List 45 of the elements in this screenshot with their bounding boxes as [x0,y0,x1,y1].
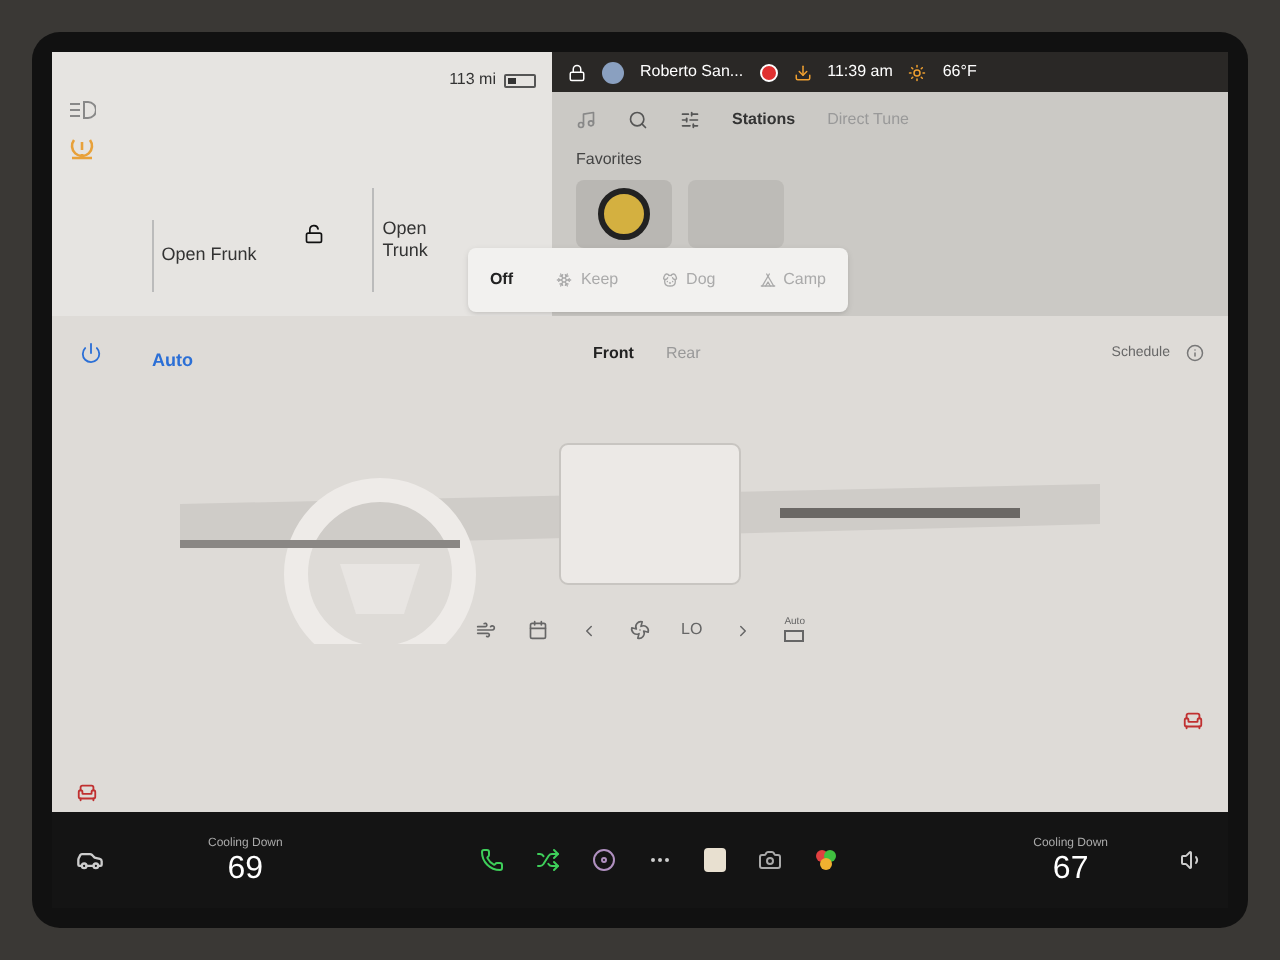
auto-label[interactable]: Auto [152,348,193,375]
shuffle-icon[interactable] [535,848,559,872]
battery-icon [504,73,536,87]
range-text: 113 mi [449,68,496,92]
tent-icon [759,272,776,288]
media-tab[interactable]: Stations [732,108,796,132]
seat-heater-icon[interactable] [76,782,98,804]
camera-icon[interactable] [757,848,781,872]
download-icon[interactable] [793,63,812,81]
phone-icon[interactable] [479,848,503,872]
open-trunk-button[interactable]: Open Trunk [372,188,453,292]
fan-level: LO [681,618,703,643]
fan-icon[interactable] [629,620,650,641]
snowflake-icon [556,272,573,288]
colorful-app-icon[interactable] [813,848,837,872]
seat-heater-icon[interactable] [1182,710,1204,732]
rear-defrost-icon[interactable] [527,620,548,641]
temperature-text: 66°F [942,60,977,84]
zone-tab[interactable]: Front [593,341,634,366]
station-tile[interactable] [688,180,784,248]
lock-icon[interactable] [304,224,325,244]
recording-icon[interactable] [759,63,778,81]
power-button[interactable] [76,339,104,368]
search-icon[interactable] [628,110,648,130]
clock-text: 11:39 am [827,60,893,84]
volume-icon[interactable] [1180,848,1204,872]
tire-pressure-warning-icon [68,136,96,160]
avatar-icon[interactable] [602,61,624,83]
climate-mode-option[interactable]: Off [481,268,522,292]
defrost-icon[interactable] [475,620,496,641]
notes-icon[interactable] [703,848,725,872]
driver-temperature[interactable]: 69 [227,853,264,885]
filter-icon[interactable] [680,110,700,130]
station-logo-placeholder[interactable] [576,180,672,248]
recirculation-icon[interactable] [784,630,805,646]
sun-icon [908,63,927,81]
open-frunk-button[interactable]: Open Frunk [151,220,257,292]
headlight-icon [68,100,96,120]
lock-icon[interactable] [568,63,586,81]
camera-lens-icon[interactable] [591,848,615,872]
info-icon[interactable] [1186,344,1204,363]
dog-icon [662,272,679,288]
section-heading: Favorites [574,148,644,172]
passenger-temperature[interactable]: 67 [1052,853,1089,885]
user-name[interactable]: Roberto San... [640,60,744,84]
